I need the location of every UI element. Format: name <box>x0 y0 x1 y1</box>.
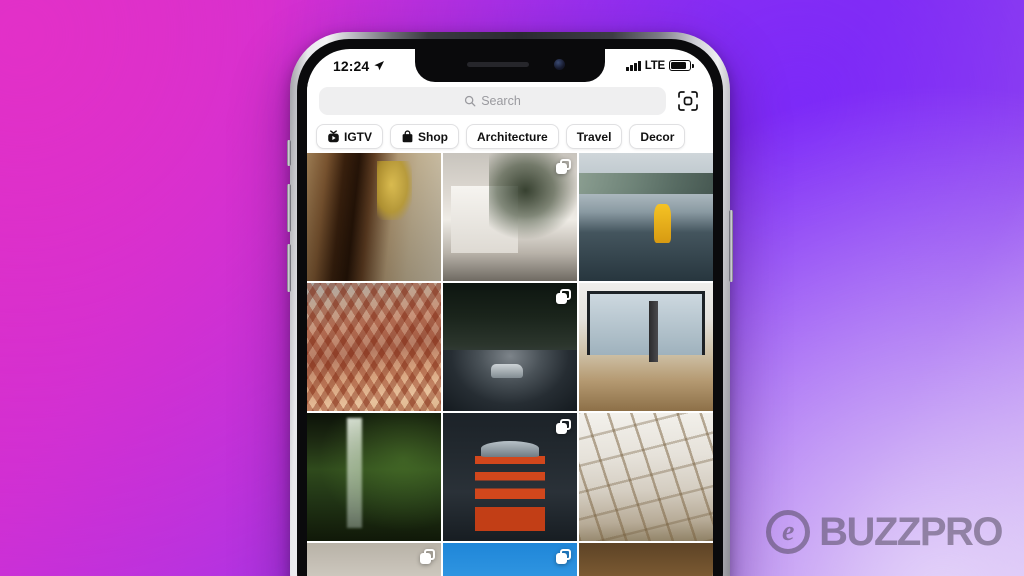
category-chip-igtv[interactable]: IGTV <box>316 124 384 149</box>
search-row: Search <box>307 82 713 120</box>
network-label: LTE <box>644 59 665 72</box>
watermark-text: BUZZPRO <box>819 510 1003 554</box>
mute-switch[interactable] <box>287 140 291 166</box>
grid-tile-corridor-wooden-walkway[interactable] <box>307 153 441 281</box>
status-bar-right: LTE <box>626 59 694 72</box>
category-chip-travel[interactable]: Travel <box>565 124 623 149</box>
grid-tile-timber-atrium-staircase[interactable] <box>579 413 713 541</box>
grid-tile-jungle-waterfall-gorge[interactable] <box>307 413 441 541</box>
category-chip-decor[interactable]: Decor <box>629 124 686 149</box>
grid-tile-image <box>579 543 713 576</box>
watermark-logo-letter: e <box>781 516 795 547</box>
battery-fill <box>671 62 686 69</box>
scan-qr-icon <box>678 91 698 111</box>
front-camera-icon <box>554 59 565 70</box>
ebuzzpro-logo-icon: e <box>766 510 811 554</box>
explore-photo-grid[interactable] <box>307 153 713 576</box>
magnifier-icon <box>465 95 476 107</box>
phone-screen: 12:24 LTE Search IGTV Shop Architecture … <box>307 49 713 576</box>
grid-tile-lake-boat-yellow-raincoat[interactable] <box>579 153 713 281</box>
carousel-multi-photo-icon <box>556 549 571 564</box>
category-chip-row[interactable]: IGTV Shop Architecture Travel Decor <box>307 120 713 153</box>
grid-tile-glass-living-room-stove[interactable] <box>579 283 713 411</box>
grid-tile-vessel-staircase-structure[interactable] <box>307 283 441 411</box>
grid-tile-image <box>307 283 441 411</box>
grid-tile-wooden-wall-interior[interactable] <box>579 543 713 576</box>
scan-qr-button[interactable] <box>675 88 701 114</box>
grid-tile-white-modern-house-tree[interactable] <box>443 153 577 281</box>
grid-tile-image <box>579 283 713 411</box>
category-chip-label: IGTV <box>344 129 373 144</box>
category-chip-label: Decor <box>640 129 675 144</box>
category-chip-label: Travel <box>576 129 612 144</box>
shopping-bag-icon <box>401 130 414 143</box>
cellular-bars-icon <box>626 60 641 71</box>
igtv-tv-icon <box>327 130 340 143</box>
carousel-multi-photo-icon <box>420 549 435 564</box>
grid-tile-forest-road-at-night[interactable] <box>443 283 577 411</box>
status-time: 12:24 <box>333 57 370 74</box>
location-arrow-icon <box>374 60 385 70</box>
grid-tile-image <box>579 153 713 281</box>
battery-icon <box>669 60 694 71</box>
phone-device: 12:24 LTE Search IGTV Shop Architecture … <box>287 32 733 576</box>
carousel-multi-photo-icon <box>556 419 571 434</box>
notch <box>415 49 605 82</box>
power-button[interactable] <box>729 210 733 282</box>
search-input[interactable]: Search <box>319 87 666 115</box>
volume-down-button[interactable] <box>287 244 291 292</box>
phone-bezel: 12:24 LTE Search IGTV Shop Architecture … <box>297 39 723 576</box>
grid-tile-concrete-bench-plaza[interactable] <box>307 543 441 576</box>
search-placeholder: Search <box>481 94 521 108</box>
carousel-multi-photo-icon <box>556 289 571 304</box>
category-chip-architecture[interactable]: Architecture <box>466 124 559 149</box>
watermark: e BUZZPRO <box>766 510 1003 554</box>
grid-tile-image <box>307 413 441 541</box>
grid-tile-blue-sky-building[interactable] <box>443 543 577 576</box>
volume-up-button[interactable] <box>287 184 291 232</box>
grid-tile-image <box>307 153 441 281</box>
grid-tile-red-japanese-pagoda[interactable] <box>443 413 577 541</box>
carousel-multi-photo-icon <box>556 159 571 174</box>
category-chip-shop[interactable]: Shop <box>390 124 460 149</box>
status-bar-left: 12:24 <box>333 58 385 74</box>
earpiece-speaker-icon <box>467 62 529 67</box>
grid-tile-image <box>579 413 713 541</box>
category-chip-label: Architecture <box>477 129 548 144</box>
category-chip-label: Shop <box>418 129 449 144</box>
